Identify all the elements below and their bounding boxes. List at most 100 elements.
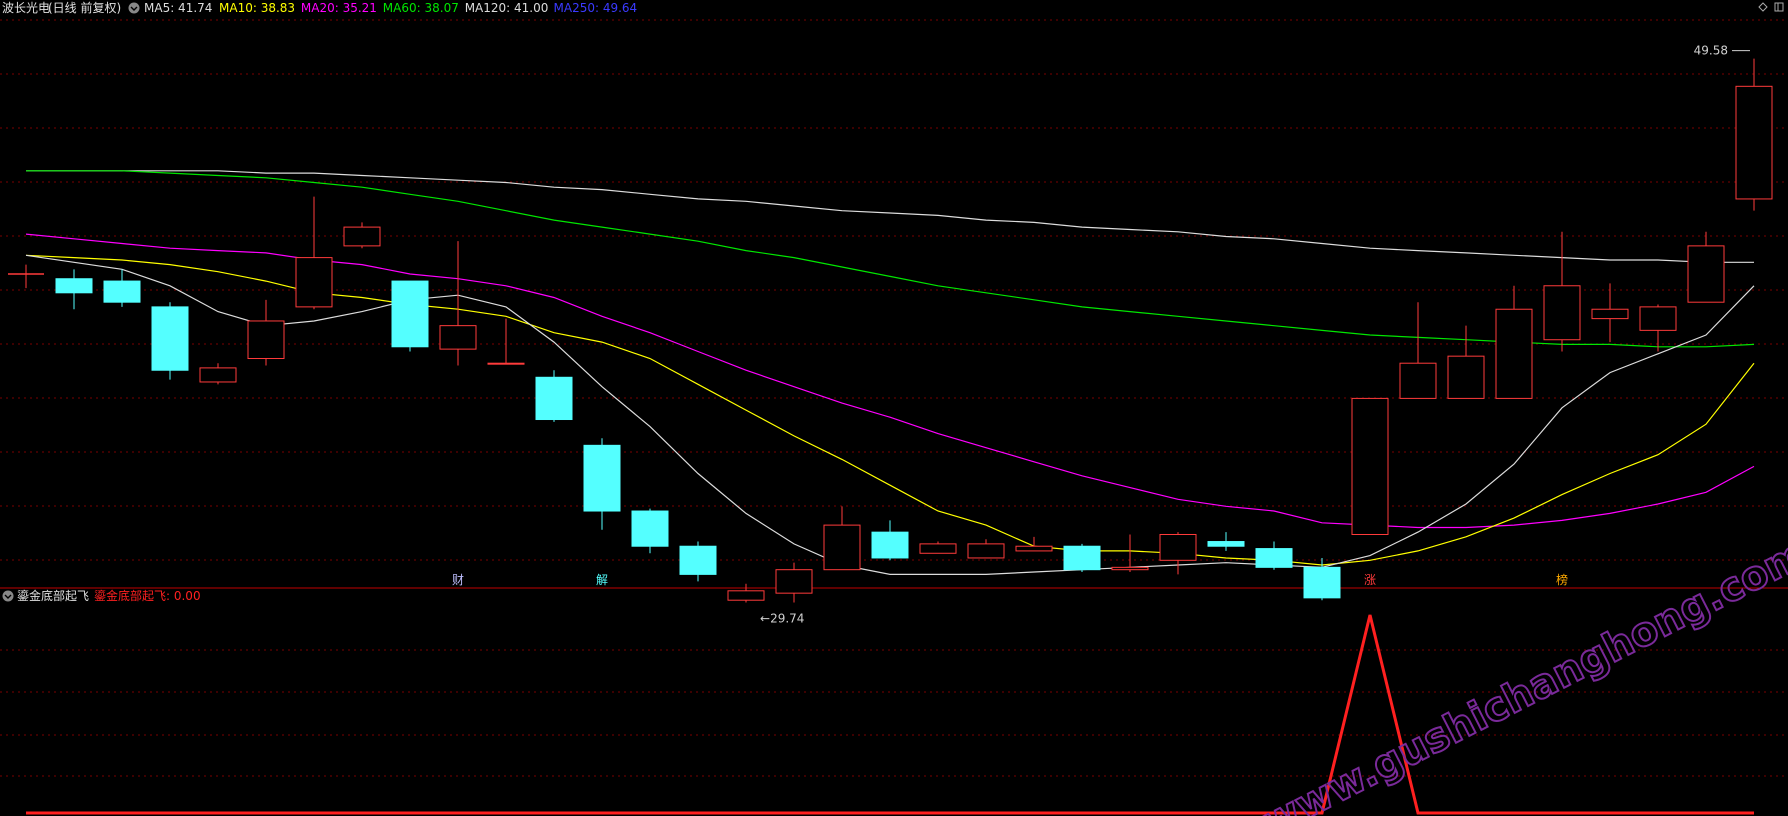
candle-body bbox=[103, 280, 141, 303]
candle-body bbox=[823, 524, 861, 571]
ma120-line bbox=[26, 170, 1754, 263]
event-marker[interactable]: 解 bbox=[596, 573, 608, 587]
candle bbox=[247, 299, 285, 366]
candle-body bbox=[583, 444, 621, 512]
period-label: (日线 前复权) bbox=[48, 0, 121, 15]
chart-header: 波长光电 (日线 前复权) MA5: 41.74 MA10: 38.83 MA20:… bbox=[2, 0, 1784, 15]
indicator-value: 鎏金底部起飞: 0.00 bbox=[94, 588, 201, 603]
event-markers: 财解涨榜 bbox=[452, 572, 1568, 587]
ma-legend-item: MA10: 38.83 bbox=[219, 1, 295, 15]
candle bbox=[391, 280, 429, 352]
low-price-label: ←29.74 bbox=[760, 612, 804, 626]
candle-body bbox=[151, 306, 189, 371]
candle bbox=[823, 506, 861, 571]
candle bbox=[1399, 302, 1437, 399]
candle-body bbox=[727, 590, 765, 601]
indicator-header: 鎏金底部起飞 鎏金底部起飞: 0.00 bbox=[2, 588, 201, 603]
candle bbox=[1543, 231, 1581, 352]
ma10-line bbox=[25, 254, 1755, 566]
candle bbox=[1495, 285, 1533, 399]
candle-body bbox=[1735, 85, 1773, 200]
ma-legend-item: MA5: 41.74 bbox=[144, 1, 212, 15]
candle-body bbox=[679, 545, 717, 575]
candle bbox=[151, 302, 189, 380]
candle bbox=[583, 438, 621, 530]
event-marker[interactable]: 财 bbox=[452, 573, 464, 587]
ma-legend-item: MA120: 41.00 bbox=[465, 1, 549, 15]
candle-body bbox=[247, 320, 285, 360]
ma-legend-item: MA250: 49.64 bbox=[554, 1, 638, 15]
candle bbox=[8, 264, 44, 289]
candle-body bbox=[1687, 245, 1725, 303]
ma-legend-item: MA60: 38.07 bbox=[383, 1, 459, 15]
candle bbox=[1207, 532, 1245, 551]
price-grid bbox=[0, 19, 1788, 589]
ma20-line bbox=[25, 233, 1755, 529]
candle bbox=[295, 196, 333, 310]
chart-canvas: 49.58 ←29.74 财 解 涨 榜 波长光电 (日线 前复权) MA5: 41.… bbox=[0, 0, 1788, 816]
candle bbox=[487, 318, 525, 365]
indicator-name: 鎏金底部起飞 bbox=[17, 588, 89, 603]
ma-settings-icon[interactable] bbox=[128, 2, 140, 14]
candle bbox=[55, 269, 93, 310]
candle bbox=[439, 241, 477, 366]
candle-body bbox=[1591, 308, 1629, 320]
moving-average-lines bbox=[25, 170, 1755, 576]
candle-body bbox=[1543, 285, 1581, 341]
candle-body bbox=[1495, 308, 1533, 399]
candle-body bbox=[871, 531, 909, 559]
candle bbox=[919, 541, 957, 554]
event-marker[interactable]: 涨 bbox=[1364, 572, 1376, 587]
candle bbox=[1159, 532, 1197, 575]
candle-body bbox=[1159, 533, 1197, 561]
candle-body bbox=[1399, 362, 1437, 399]
candle bbox=[727, 583, 765, 603]
left-arrow-icon: ← bbox=[760, 612, 770, 626]
stock-name: 波长光电 bbox=[2, 1, 50, 15]
event-marker[interactable]: 榜 bbox=[1556, 572, 1568, 587]
ma-legend: MA5: 41.74 MA10: 38.83 MA20: 35.21 MA60: 38… bbox=[144, 1, 637, 15]
candle bbox=[775, 562, 813, 603]
candle bbox=[199, 363, 237, 385]
candle-body bbox=[1351, 397, 1389, 535]
window-icon[interactable] bbox=[1774, 2, 1784, 12]
candle-body bbox=[1063, 545, 1101, 571]
candle-body bbox=[55, 278, 93, 294]
candle-body bbox=[535, 376, 573, 421]
candle-body bbox=[1015, 545, 1053, 552]
candle-body bbox=[439, 325, 477, 350]
candle bbox=[343, 222, 381, 249]
candle bbox=[535, 370, 573, 422]
indicator-settings-icon[interactable] bbox=[2, 590, 14, 602]
candle bbox=[1591, 283, 1629, 343]
candle-body bbox=[1639, 306, 1677, 331]
diamond-icon[interactable] bbox=[1758, 2, 1768, 12]
candle bbox=[967, 539, 1005, 559]
candle bbox=[1015, 536, 1053, 552]
candle bbox=[103, 269, 141, 307]
candle bbox=[1687, 231, 1725, 303]
candle-body bbox=[775, 569, 813, 594]
candle-body bbox=[343, 226, 381, 247]
candle-body bbox=[1111, 566, 1149, 571]
candle-body bbox=[631, 510, 669, 547]
candle-body bbox=[1303, 566, 1341, 599]
candle-body bbox=[1207, 541, 1245, 547]
candle bbox=[1447, 325, 1485, 399]
ma-legend-item: MA20: 35.21 bbox=[301, 1, 377, 15]
ma60-line bbox=[26, 170, 1755, 348]
candle bbox=[1063, 543, 1101, 573]
candle-body bbox=[487, 362, 525, 365]
candle bbox=[1255, 541, 1293, 570]
candle bbox=[631, 508, 669, 554]
candle bbox=[1735, 58, 1773, 211]
candle bbox=[679, 541, 717, 582]
candle-body bbox=[295, 257, 333, 308]
candle-body bbox=[967, 543, 1005, 559]
candle bbox=[1351, 397, 1389, 535]
candle-body bbox=[919, 543, 957, 554]
candle-body bbox=[391, 280, 429, 348]
candle bbox=[871, 520, 909, 561]
candle-body bbox=[199, 367, 237, 383]
high-price-label: 49.58 bbox=[1694, 44, 1728, 58]
